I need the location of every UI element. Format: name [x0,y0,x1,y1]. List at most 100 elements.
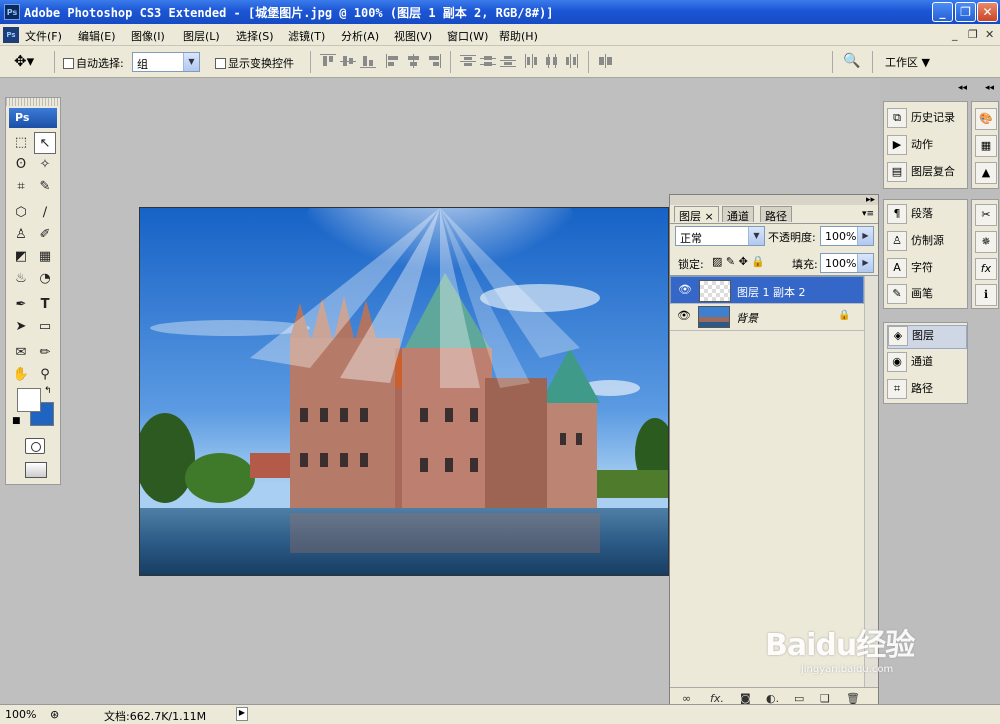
gradient-tool-icon[interactable]: ▦ [34,246,56,268]
menu-layer[interactable]: 图层(L) [183,28,220,44]
history-brush-tool-icon[interactable]: ✐ [34,224,56,246]
notes-tool-icon[interactable]: ✉ [10,342,32,364]
distribute-bottom-icon[interactable] [500,54,516,68]
align-left-icon[interactable] [386,54,402,68]
blend-mode-dropdown[interactable]: 正常 ▼ [675,226,765,246]
workspace-menu[interactable]: 工作区 ▼ [885,54,930,70]
brush-tool-icon[interactable]: ∕ [34,202,56,224]
maximize-button[interactable]: ❐ [955,2,976,22]
menu-analysis[interactable]: 分析(A) [341,28,379,44]
blur-tool-icon[interactable]: ♨ [10,268,32,290]
eye-icon[interactable]: 👁 [676,283,694,299]
status-menu-arrow-icon[interactable]: ▶ [236,707,248,721]
layer-row-copy2[interactable]: 👁 图层 1 副本 2 [670,276,864,304]
dock-item-layers[interactable]: ◈ 图层 [887,325,967,349]
menu-filter[interactable]: 滤镜(T) [288,28,325,44]
distribute-hcenter-icon[interactable] [544,54,560,68]
distribute-vcenter-icon[interactable] [480,54,496,68]
distribute-left-icon[interactable] [524,54,540,68]
panel-menu-icon[interactable]: ▾≡ [862,209,874,219]
document-icon[interactable]: Ps [3,27,19,43]
zoom-level[interactable]: 100% [5,708,36,721]
path-selection-tool-icon[interactable]: ➤ [10,316,32,338]
close-button[interactable]: ✕ [977,2,998,22]
panel-collapse-icon[interactable]: ▸▸ [866,195,875,205]
tool-presets-icon[interactable]: ✂ [975,204,997,226]
dock-item-paths[interactable]: ⌗ 路径 [887,379,967,403]
align-right-icon[interactable] [426,54,442,68]
dock-item-actions[interactable]: ▶ 动作 [887,135,967,159]
eye-icon[interactable]: 👁 [675,309,693,325]
dock-item-brushes[interactable]: ✎ 画笔 [887,284,967,308]
eyedropper-tool-icon[interactable]: ✏ [34,342,56,364]
align-hcenter-icon[interactable] [406,54,422,68]
menu-image[interactable]: 图像(I) [131,28,165,44]
crop-tool-icon[interactable]: ⌗ [10,176,32,198]
zoom-tool-icon[interactable]: ⚲ [34,364,56,386]
hand-tool-icon[interactable]: ✋ [10,364,32,386]
opacity-input[interactable]: 100% ▶ [820,226,874,246]
dock-item-label: 图层复合 [911,165,955,178]
lock-icons[interactable]: ▨ ✎ ✥ 🔒 [712,255,765,268]
navigator-icon[interactable]: ✵ [975,231,997,253]
dock-item-channels[interactable]: ◉ 通道 [887,352,967,376]
rectangle-tool-icon[interactable]: ▭ [34,316,56,338]
dock-collapse-icon[interactable]: ◂◂ [985,83,994,93]
minimize-button[interactable]: _ [932,2,953,22]
screen-mode-icon[interactable] [25,462,47,478]
move-tool-icon[interactable]: ↖ [34,132,56,154]
align-bottom-icon[interactable] [360,54,376,68]
type-tool-icon[interactable]: T [34,294,56,316]
swap-colors-icon[interactable]: ↰ [44,386,52,396]
auto-select-checkbox[interactable]: 自动选择: [63,55,124,71]
marquee-tool-icon[interactable]: ⬚ [10,132,32,154]
dodge-tool-icon[interactable]: ◔ [34,268,56,290]
align-top-icon[interactable] [320,54,336,68]
dock-item-character[interactable]: A 字符 [887,258,967,282]
pen-tool-icon[interactable]: ✒ [10,294,32,316]
distribute-top-icon[interactable] [460,54,476,68]
dock-item-clone-source[interactable]: ♙ 仿制源 [887,231,967,255]
healing-brush-tool-icon[interactable]: ⬡ [10,202,32,224]
dock-collapse-icon[interactable]: ◂◂ [958,83,967,93]
swatches-icon[interactable]: ▦ [975,135,997,157]
info-icon[interactable]: ℹ [975,284,997,306]
quick-mask-icon[interactable] [25,438,45,454]
menu-file[interactable]: 文件(F) [25,28,62,44]
status-options-icon[interactable]: ⊛ [50,708,59,721]
styles-icon[interactable]: fx [975,258,997,280]
dock-item-paragraph[interactable]: ¶ 段落 [887,204,967,228]
histogram-icon[interactable]: ▲ [975,162,997,184]
default-colors-icon[interactable]: ■ [12,416,21,426]
distribute-right-icon[interactable] [564,54,580,68]
align-vcenter-icon[interactable] [340,54,356,68]
foreground-color-swatch[interactable] [17,388,41,412]
tab-channels[interactable]: 通道 [722,206,754,223]
bridge-icon[interactable]: 🔍 [843,53,860,69]
doc-restore-icon[interactable]: ❐ [968,28,978,41]
color-palette-icon[interactable]: 🎨 [975,108,997,130]
menu-edit[interactable]: 编辑(E) [78,28,116,44]
auto-align-icon[interactable] [598,54,614,68]
move-tool-icon[interactable]: ✥▾ [14,52,34,70]
magic-wand-tool-icon[interactable]: ✧ [34,154,56,176]
menu-select[interactable]: 选择(S) [236,28,274,44]
eraser-tool-icon[interactable]: ◩ [10,246,32,268]
menu-window[interactable]: 窗口(W) [447,28,488,44]
lasso-tool-icon[interactable]: ʘ [10,154,32,176]
image-canvas[interactable] [139,207,669,576]
slice-tool-icon[interactable]: ✎ [34,176,56,198]
menu-help[interactable]: 帮助(H) [499,28,538,44]
clone-stamp-tool-icon[interactable]: ♙ [10,224,32,246]
auto-select-dropdown[interactable]: 组 ▼ [132,52,200,72]
doc-close-icon[interactable]: ✕ [985,28,994,41]
fill-input[interactable]: 100% ▶ [820,253,874,273]
doc-minimize-icon[interactable]: _ [952,28,958,41]
tab-paths[interactable]: 路径 [760,206,792,223]
dock-item-layer-comps[interactable]: ▤ 图层复合 [887,162,967,186]
tab-layers[interactable]: 图层 × [674,206,719,223]
show-transform-checkbox[interactable]: 显示变换控件 [215,55,294,71]
menu-view[interactable]: 视图(V) [394,28,432,44]
dock-item-history[interactable]: ⧉ 历史记录 [887,108,967,132]
layer-row-background[interactable]: 👁 背景 🔒 [670,303,864,331]
